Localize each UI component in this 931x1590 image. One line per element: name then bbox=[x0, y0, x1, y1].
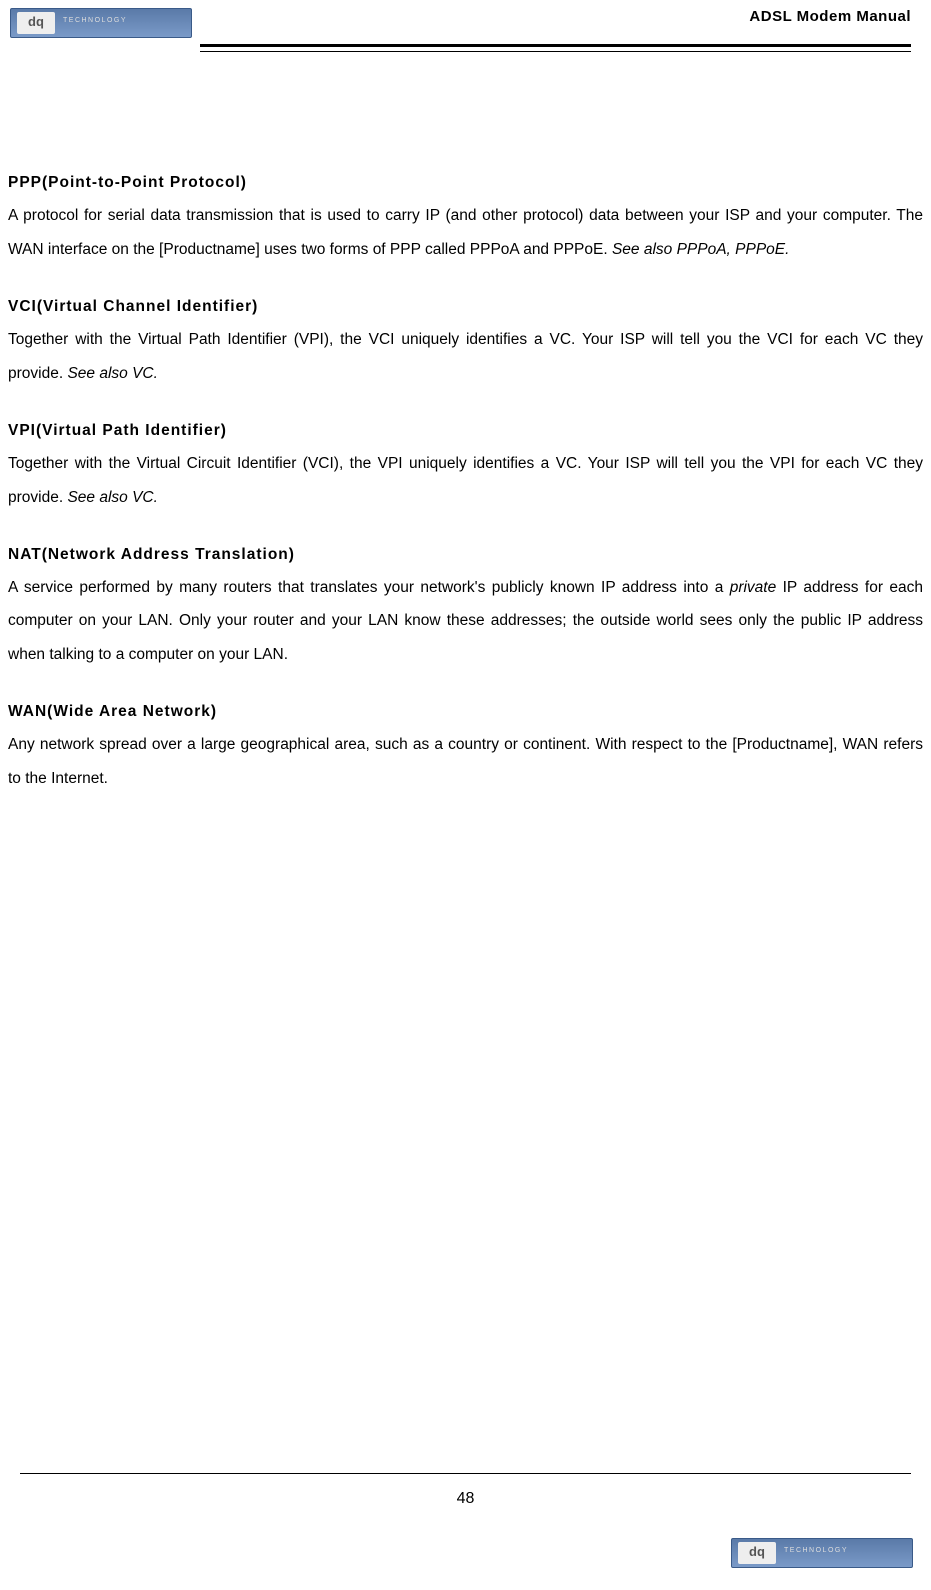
glossary-term-vpi: VPI(Virtual Path Identifier) bbox=[8, 414, 923, 447]
document-title: ADSL Modem Manual bbox=[749, 8, 911, 25]
glossary-definition-wan: Any network spread over a large geograph… bbox=[8, 728, 923, 795]
glossary-term-nat: NAT(Network Address Translation) bbox=[8, 538, 923, 571]
definition-see-also: See also VC. bbox=[67, 365, 157, 382]
page-content: PPP(Point-to-Point Protocol) A protocol … bbox=[0, 52, 931, 815]
logo-subtext: TECHNOLOGY bbox=[63, 17, 127, 24]
glossary-term-ppp: PPP(Point-to-Point Protocol) bbox=[8, 166, 923, 199]
definition-see-also: See also PPPoA, PPPoE. bbox=[612, 241, 790, 258]
glossary-definition-ppp: A protocol for serial data transmission … bbox=[8, 199, 923, 266]
definition-text: A service performed by many routers that… bbox=[8, 579, 730, 596]
glossary-definition-vpi: Together with the Virtual Circuit Identi… bbox=[8, 447, 923, 514]
glossary-definition-nat: A service performed by many routers that… bbox=[8, 571, 923, 671]
glossary-definition-vci: Together with the Virtual Path Identifie… bbox=[8, 323, 923, 390]
logo-subtext: TECHNOLOGY bbox=[784, 1547, 848, 1554]
glossary-term-wan: WAN(Wide Area Network) bbox=[8, 695, 923, 728]
page-header: ADSL Modem Manual dq TECHNOLOGY bbox=[0, 0, 931, 38]
header-divider-thick bbox=[200, 44, 911, 47]
definition-text: Any network spread over a large geograph… bbox=[8, 736, 923, 786]
page-number: 48 bbox=[0, 1490, 931, 1508]
brand-logo-bottom: dq TECHNOLOGY bbox=[731, 1538, 913, 1568]
logo-brand-icon: dq bbox=[17, 12, 55, 34]
footer-divider bbox=[20, 1473, 911, 1474]
logo-brand-icon: dq bbox=[738, 1542, 776, 1564]
brand-logo-top: dq TECHNOLOGY bbox=[10, 8, 192, 38]
glossary-term-vci: VCI(Virtual Channel Identifier) bbox=[8, 290, 923, 323]
definition-italic-word: private bbox=[730, 579, 777, 596]
definition-see-also: See also VC. bbox=[67, 489, 157, 506]
